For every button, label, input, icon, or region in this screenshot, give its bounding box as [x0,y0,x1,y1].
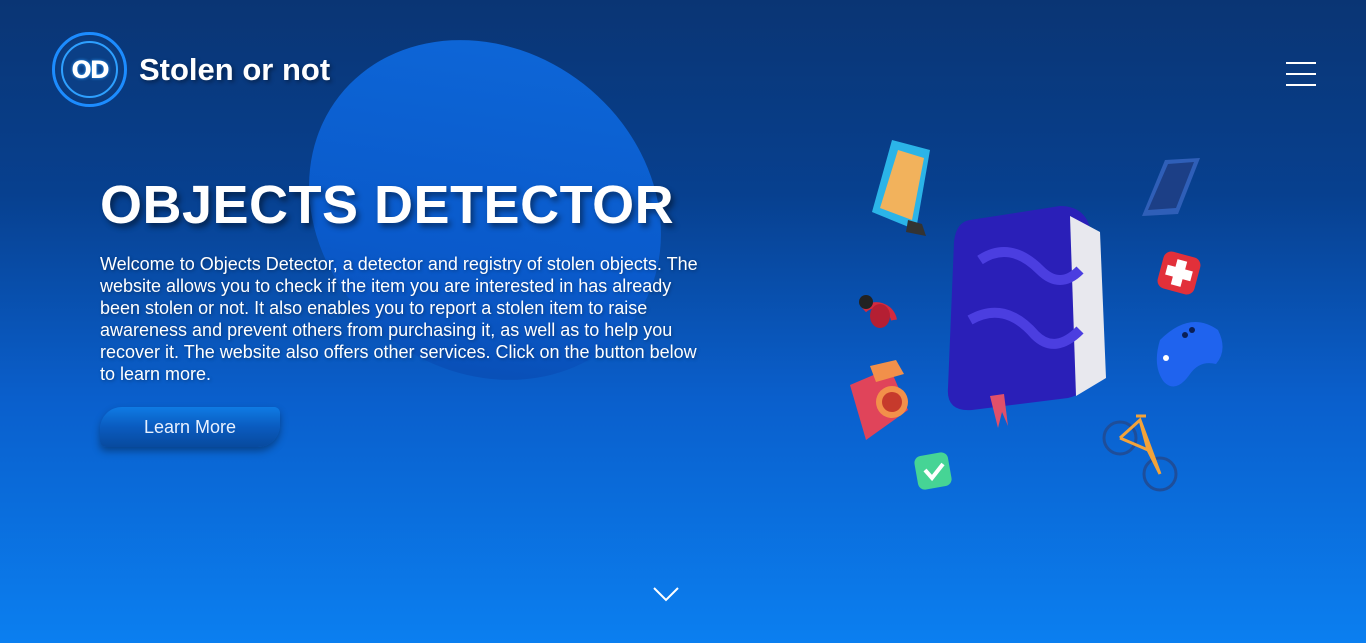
camera-icon [850,360,908,440]
logo-initials: OD [71,55,109,84]
hero-description: Welcome to Objects Detector, a detector … [100,254,698,384]
chevron-down-icon[interactable] [652,584,680,604]
learn-more-button[interactable]: Learn More [100,407,280,447]
monitor-icon [872,140,930,236]
logo-icon: OD [52,32,127,107]
hero-title: OBJECTS DETECTOR [100,175,675,235]
gamepad-icon [1156,322,1223,387]
checkmark-icon [914,452,952,490]
hamburger-menu-icon[interactable] [1286,62,1316,86]
first-aid-icon [1157,251,1201,295]
site-logo[interactable]: OD Stolen or not [52,32,330,107]
site-name: Stolen or not [139,51,331,87]
book-icon [947,206,1106,428]
headphones-icon [859,295,897,328]
hero-illustration [830,120,1250,510]
bicycle-icon [1102,414,1178,492]
hard-drive-icon [1142,158,1200,216]
